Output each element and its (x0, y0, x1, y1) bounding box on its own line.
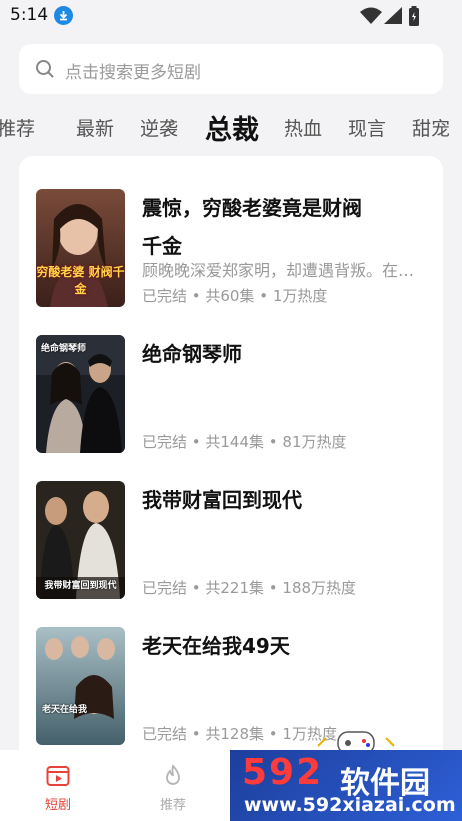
tab-xianyan[interactable]: 现言 (348, 114, 386, 141)
battery-icon (409, 6, 419, 26)
drama-meta: 已完结 • 共128集 • 1万热度 (142, 725, 337, 743)
flame-icon (166, 764, 180, 785)
drama-poster[interactable]: 我带财富回到现代 (36, 481, 125, 599)
drama-desc: 顾晚晚深爱郑家明，却遭遇背叛。在遭... (142, 261, 426, 280)
poster-title: 绝命钢琴师 (41, 344, 87, 354)
wifi-icon (360, 7, 382, 24)
drama-title[interactable]: 老天在给我49天 (142, 627, 362, 665)
drama-poster[interactable]: 老天在给我 (36, 627, 125, 745)
drama-item[interactable]: 我带财富回到现代 我带财富回到现代 已完结 • 共221集 • 188万热度 (19, 481, 443, 601)
drama-meta: 已完结 • 共221集 • 188万热度 (142, 579, 357, 597)
tab-zuixin[interactable]: 最新 (76, 114, 114, 141)
status-bar: 5:14 (0, 0, 462, 32)
nav-item-tuijian[interactable]: 推荐 (133, 750, 213, 821)
watermark-url: www.592xiazai.com (244, 794, 456, 816)
tab-nixi[interactable]: 逆袭 (140, 114, 178, 141)
drama-list: 穷酸老婆 财阀千金 震惊，穷酸老婆竟是财阀千金 顾晚晚深爱郑家明，却遭遇背叛。在… (19, 156, 443, 776)
poster-title: 我带财富回到现代 (44, 581, 117, 591)
drama-title[interactable]: 震惊，穷酸老婆竟是财阀千金 (142, 189, 362, 265)
drama-meta: 已完结 • 共144集 • 81万热度 (142, 433, 347, 451)
search-placeholder: 点击搜索更多短剧 (65, 63, 201, 83)
video-icon (46, 766, 70, 786)
search-bar[interactable]: 点击搜索更多短剧 (19, 44, 443, 94)
nav-label: 短剧 (44, 798, 71, 813)
tab-zongcai[interactable]: 总裁 (205, 108, 259, 147)
watermark-banner: 592 软件园 www.592xiazai.com (230, 750, 462, 821)
drama-poster[interactable]: 穷酸老婆 财阀千金 (36, 189, 125, 307)
drama-poster[interactable]: 绝命钢琴师 (36, 335, 125, 453)
drama-title[interactable]: 绝命钢琴师 (142, 335, 362, 373)
category-tabs: 推荐 最新 逆袭 总裁 热血 现言 甜宠 (0, 104, 462, 148)
poster-title: 老天在给我 (42, 705, 88, 715)
nav-label: 推荐 (159, 798, 186, 813)
drama-item[interactable]: 绝命钢琴师 绝命钢琴师 已完结 • 共144集 • 81万热度 (19, 335, 443, 455)
tab-tianchong[interactable]: 甜宠 (412, 114, 450, 141)
drama-item[interactable]: 穷酸老婆 财阀千金 震惊，穷酸老婆竟是财阀千金 顾晚晚深爱郑家明，却遭遇背叛。在… (19, 189, 443, 309)
signal-icon (384, 7, 402, 24)
poster-title: 穷酸老婆 财阀千金 (36, 265, 125, 296)
status-time: 5:14 (10, 5, 49, 25)
download-icon (54, 6, 73, 25)
drama-title[interactable]: 我带财富回到现代 (142, 481, 362, 519)
nav-item-duanju[interactable]: 短剧 (18, 750, 98, 821)
drama-meta: 已完结 • 共60集 • 1万热度 (142, 287, 328, 305)
search-icon (36, 60, 54, 78)
tab-rexue[interactable]: 热血 (284, 114, 322, 141)
watermark-logo: 592 (242, 752, 324, 793)
tab-tuijian[interactable]: 推荐 (0, 114, 35, 141)
